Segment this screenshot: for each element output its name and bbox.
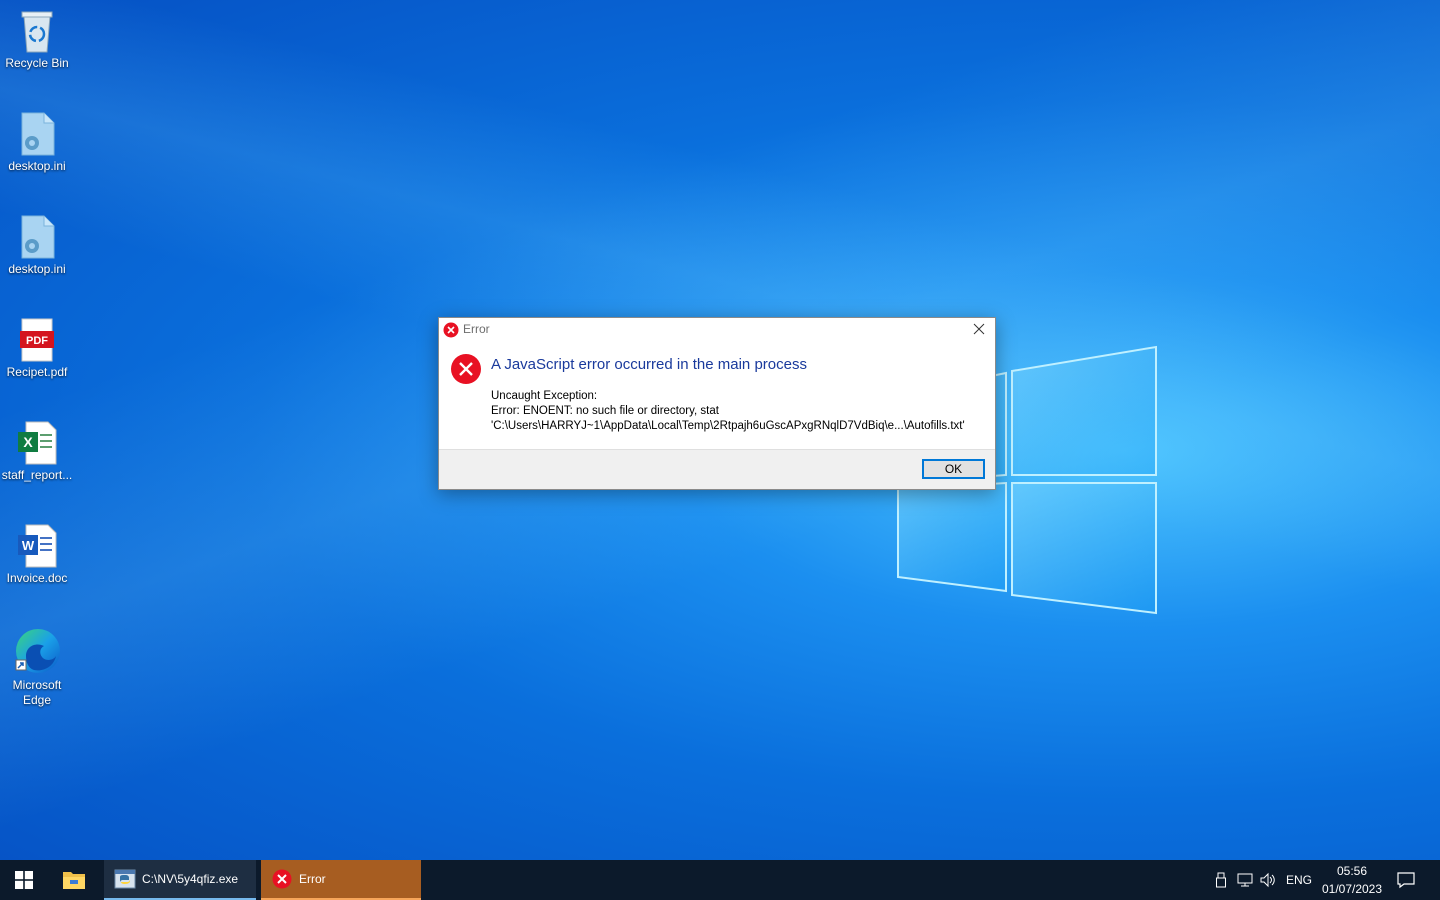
dialog-heading: A JavaScript error occurred in the main …	[491, 356, 807, 373]
error-icon	[443, 322, 459, 338]
taskbar-item-label: Error	[299, 872, 326, 886]
desktop-icon-invoice-doc[interactable]: W Invoice.doc	[0, 523, 74, 586]
taskbar-item-exe[interactable]: C:\NV\5y4qfiz.exe	[104, 860, 256, 900]
clock[interactable]: 05:56 01/07/2023	[1315, 862, 1389, 898]
desktop-icon-label: desktop.ini	[8, 262, 66, 276]
desktop-icon-desktop-ini[interactable]: desktop.ini	[0, 214, 74, 277]
word-file-icon: W	[18, 524, 57, 568]
recycle-bin-icon	[21, 11, 53, 53]
message-line: Uncaught Exception:	[491, 390, 598, 402]
clock-time: 05:56	[1336, 864, 1368, 878]
start-button[interactable]	[0, 860, 48, 900]
close-icon[interactable]	[971, 321, 987, 337]
settings-file-icon	[21, 112, 55, 156]
desktop-icon-label: desktop.ini	[8, 159, 66, 173]
python-exe-icon	[114, 869, 136, 889]
language-label: ENG	[1286, 873, 1313, 887]
error-dialog: Error A JavaScript error occurred in the…	[438, 317, 996, 490]
ok-button[interactable]: OK	[922, 459, 985, 479]
dialog-title-bar[interactable]: Error	[439, 318, 995, 342]
dialog-message: Uncaught Exception: Error: ENOENT: no su…	[491, 389, 965, 434]
message-line: Error: ENOENT: no such file or directory…	[491, 405, 719, 417]
file-explorer-button[interactable]	[50, 860, 98, 900]
desktop-icon-recycle-bin[interactable]: Recycle Bin	[0, 8, 74, 71]
desktop-icon-label: Recycle Bin	[5, 56, 69, 70]
excel-file-icon: X	[18, 421, 57, 465]
svg-text:X: X	[23, 434, 33, 450]
desktop-icon-label: Recipet.pdf	[6, 365, 68, 379]
taskbar-item-label: C:\NV\5y4qfiz.exe	[142, 872, 239, 886]
desktop-icon-label: Invoice.doc	[6, 571, 68, 585]
volume-tray-item[interactable]	[1259, 860, 1277, 900]
svg-text:W: W	[22, 538, 35, 553]
desktop-icon-label: Microsoft Edge	[12, 678, 62, 707]
error-icon	[272, 869, 292, 889]
desktop-icon-microsoft-edge[interactable]: Microsoft Edge	[0, 626, 74, 708]
pdf-file-icon: PDF	[20, 318, 54, 362]
volume-icon	[1260, 872, 1275, 888]
notification-center-icon[interactable]	[1396, 870, 1416, 890]
taskbar-item-error[interactable]: Error	[261, 860, 421, 900]
dialog-body: A JavaScript error occurred in the main …	[439, 342, 995, 449]
network-icon	[1237, 873, 1253, 887]
folder-icon	[63, 872, 85, 889]
settings-file-icon	[21, 215, 55, 259]
error-icon	[451, 354, 481, 384]
pdf-badge: PDF	[26, 335, 48, 347]
desktop-icon-recipet-pdf[interactable]: PDF Recipet.pdf	[0, 317, 74, 380]
usb-drive-icon	[1216, 872, 1226, 888]
network-tray-item[interactable]	[1236, 860, 1254, 900]
windows-start-icon	[15, 871, 33, 889]
desktop-icon-label: staff_report...	[1, 468, 73, 482]
language-indicator[interactable]: ENG	[1286, 860, 1312, 900]
desktop-icon-desktop-ini[interactable]: desktop.ini	[0, 111, 74, 174]
edge-icon	[15, 629, 60, 673]
desktop-icon-staff-report[interactable]: X staff_report...	[0, 420, 74, 483]
taskbar: C:\NV\5y4qfiz.exe Error ENG 05:56 01/07/…	[0, 860, 1440, 900]
clock-date: 01/07/2023	[1321, 882, 1383, 896]
message-line: 'C:\Users\HARRYJ~1\AppData\Local\Temp\2R…	[491, 420, 965, 432]
dialog-title: Error	[463, 322, 490, 336]
usb-tray-item[interactable]	[1212, 860, 1230, 900]
dialog-footer: OK	[439, 449, 995, 489]
